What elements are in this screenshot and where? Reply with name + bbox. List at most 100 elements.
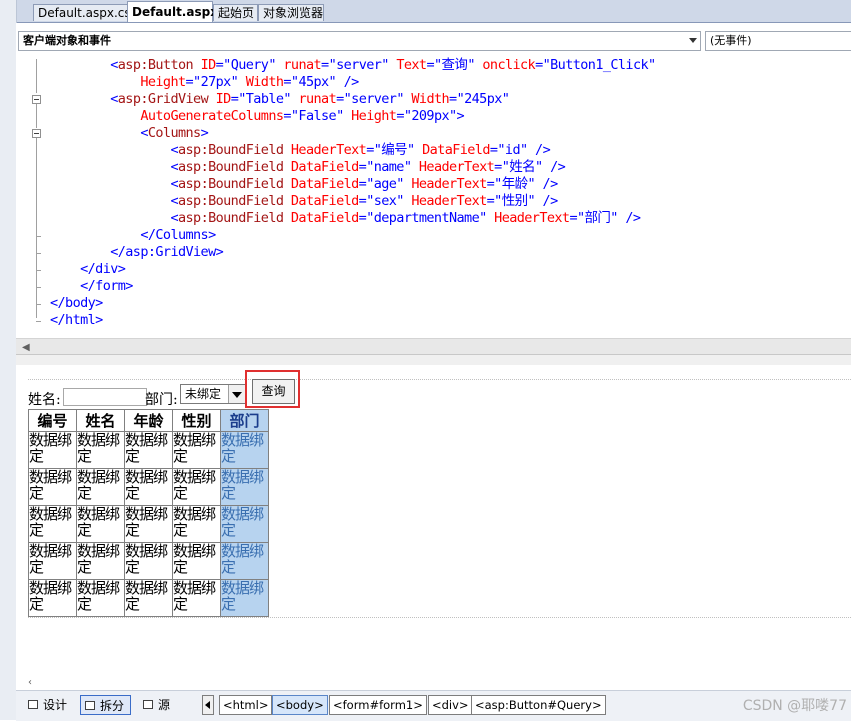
- grid-cell: 数据绑定: [28, 579, 77, 617]
- name-label: 姓名:: [28, 392, 61, 408]
- table-row: 数据绑定 数据绑定 数据绑定 数据绑定 数据绑定: [28, 542, 269, 580]
- collapse-icon[interactable]: [32, 95, 41, 104]
- document-tab-strip: Default.aspx.cs Default.aspx 起始页 对象浏览器: [0, 0, 851, 23]
- code-line-close-form: </form>: [50, 278, 133, 294]
- form-boundary: [28, 379, 851, 380]
- grid-cell: 数据绑定: [76, 542, 125, 580]
- breadcrumb-html[interactable]: <html>: [219, 695, 273, 715]
- grid-cell: 数据绑定: [124, 505, 173, 543]
- table-row: 数据绑定 数据绑定 数据绑定 数据绑定 数据绑定: [28, 431, 269, 469]
- outline-tick: [36, 304, 41, 305]
- grid-cell: 数据绑定: [220, 505, 269, 543]
- breadcrumb-body[interactable]: <body>: [272, 695, 328, 715]
- outline-gutter: [16, 59, 46, 338]
- navigation-bar: 客户端对象和事件 (无事件): [16, 23, 851, 60]
- breadcrumb-back-icon[interactable]: [202, 695, 214, 715]
- code-line-3: <asp:GridView ID="Table" runat="server" …: [110, 91, 510, 107]
- code-line-bound-2: <asp:BoundField DataField="name" HeaderT…: [170, 159, 566, 175]
- table-row: 数据绑定 数据绑定 数据绑定 数据绑定 数据绑定: [28, 468, 269, 506]
- department-select[interactable]: 未绑定: [180, 384, 246, 404]
- grid-body: 数据绑定 数据绑定 数据绑定 数据绑定 数据绑定 数据绑定 数据绑定 数据绑定 数据绑定 数据绑定…: [28, 431, 269, 617]
- source-view-label: 源: [158, 698, 171, 712]
- grid-header-age: 年龄: [124, 409, 173, 432]
- events-combo-value: (无事件): [710, 34, 752, 47]
- outline-tick: [36, 321, 41, 322]
- outline-line: [36, 104, 37, 128]
- code-line-close-body: </body>: [50, 295, 103, 311]
- grid-cell: 数据绑定: [76, 468, 125, 506]
- client-objects-combo[interactable]: 客户端对象和事件: [18, 31, 701, 51]
- code-line-2: Height="27px" Width="45px" />: [140, 74, 359, 90]
- grid-header-id: 编号: [28, 409, 77, 432]
- source-view-icon: [143, 700, 153, 709]
- grid-cell: 数据绑定: [124, 579, 173, 617]
- name-input[interactable]: [63, 388, 147, 406]
- grid-header-sex: 性别: [172, 409, 221, 432]
- design-view-label: 设计: [43, 698, 68, 712]
- code-line-close-div: </div>: [50, 261, 126, 277]
- code-line-close-html: </html>: [50, 312, 103, 328]
- grid-cell: 数据绑定: [28, 431, 77, 469]
- code-line-bound-1: <asp:BoundField HeaderText="编号" DataFiel…: [170, 142, 551, 158]
- outline-tick: [36, 253, 41, 254]
- outline-tick: [36, 270, 41, 271]
- table-row: 数据绑定 数据绑定 数据绑定 数据绑定 数据绑定: [28, 505, 269, 543]
- form-boundary: [28, 617, 851, 618]
- employee-gridview[interactable]: 编号 姓名 年龄 性别 部门 数据绑定 数据绑定 数据绑定 数据绑定 数据绑定 数据绑定数…: [28, 409, 269, 617]
- grid-cell: 数据绑定: [220, 542, 269, 580]
- watermark: CSDN @耶喽77: [742, 698, 847, 714]
- grid-cell: 数据绑定: [76, 505, 125, 543]
- collapse-icon[interactable]: [32, 129, 41, 138]
- events-combo[interactable]: (无事件): [705, 31, 851, 51]
- breadcrumb-asp-button[interactable]: <asp:Button#Query>: [471, 695, 606, 715]
- grid-cell: 数据绑定: [172, 579, 221, 617]
- grid-cell: 数据绑定: [76, 431, 125, 469]
- left-dock-edge: [0, 0, 17, 720]
- code-line-bound-4: <asp:BoundField DataField="sex" HeaderTe…: [170, 193, 558, 209]
- breadcrumb-form[interactable]: <form#form1>: [329, 695, 427, 715]
- breadcrumb-div[interactable]: <div>: [428, 695, 473, 715]
- grid-cell: 数据绑定: [172, 505, 221, 543]
- code-line-4: AutoGenerateColumns="False" Height="209p…: [140, 108, 465, 124]
- outline-line: [36, 59, 37, 93]
- design-view-button[interactable]: 设计: [24, 695, 73, 715]
- code-line-close-gridview: </asp:GridView>: [50, 244, 224, 260]
- grid-cell: 数据绑定: [220, 579, 269, 617]
- client-objects-combo-value: 客户端对象和事件: [23, 34, 111, 47]
- grid-cell: 数据绑定: [172, 468, 221, 506]
- outline-line: [36, 138, 37, 318]
- department-select-value: 未绑定: [185, 387, 222, 401]
- code-line-bound-5: <asp:BoundField DataField="departmentNam…: [170, 210, 641, 226]
- grid-header-department[interactable]: 部门: [220, 409, 269, 432]
- code-line-1: <asp:Button ID="Query" runat="server" Te…: [110, 57, 656, 73]
- scroll-left-icon[interactable]: ‹: [28, 677, 32, 688]
- grid-cell: 数据绑定: [28, 468, 77, 506]
- grid-cell: 数据绑定: [124, 431, 173, 469]
- scroll-left-icon[interactable]: ◀: [22, 342, 30, 353]
- table-row: 数据绑定 数据绑定 数据绑定 数据绑定 数据绑定: [28, 579, 269, 617]
- grid-header-row: 编号 姓名 年龄 性别 部门: [28, 409, 269, 432]
- grid-cell: 数据绑定: [172, 431, 221, 469]
- code-line-5: <Columns>: [140, 125, 209, 141]
- outline-tick: [36, 236, 41, 237]
- editor-horizontal-scrollbar[interactable]: ◀: [16, 338, 851, 355]
- grid-cell: 数据绑定: [76, 579, 125, 617]
- source-view-button[interactable]: 源: [139, 695, 176, 715]
- split-view-button[interactable]: 拆分: [80, 695, 132, 715]
- split-view-icon: [85, 701, 95, 710]
- grid-cell: 数据绑定: [220, 431, 269, 469]
- code-line-close-columns: </Columns>: [50, 227, 216, 243]
- tab-object-browser[interactable]: 对象浏览器: [258, 4, 324, 21]
- tab-default-aspx[interactable]: Default.aspx: [127, 1, 218, 22]
- grid-cell: 数据绑定: [28, 505, 77, 543]
- grid-header-name: 姓名: [76, 409, 125, 432]
- design-view-icon: [28, 700, 38, 709]
- tab-start-page[interactable]: 起始页: [213, 4, 258, 21]
- selection-highlight: [245, 370, 300, 408]
- grid-cell: 数据绑定: [124, 468, 173, 506]
- design-horizontal-scrollbar[interactable]: ‹: [16, 676, 851, 690]
- chevron-down-icon[interactable]: [228, 385, 245, 403]
- grid-cell: 数据绑定: [220, 468, 269, 506]
- tab-default-aspx-cs[interactable]: Default.aspx.cs: [33, 4, 131, 21]
- department-label: 部门:: [145, 392, 178, 408]
